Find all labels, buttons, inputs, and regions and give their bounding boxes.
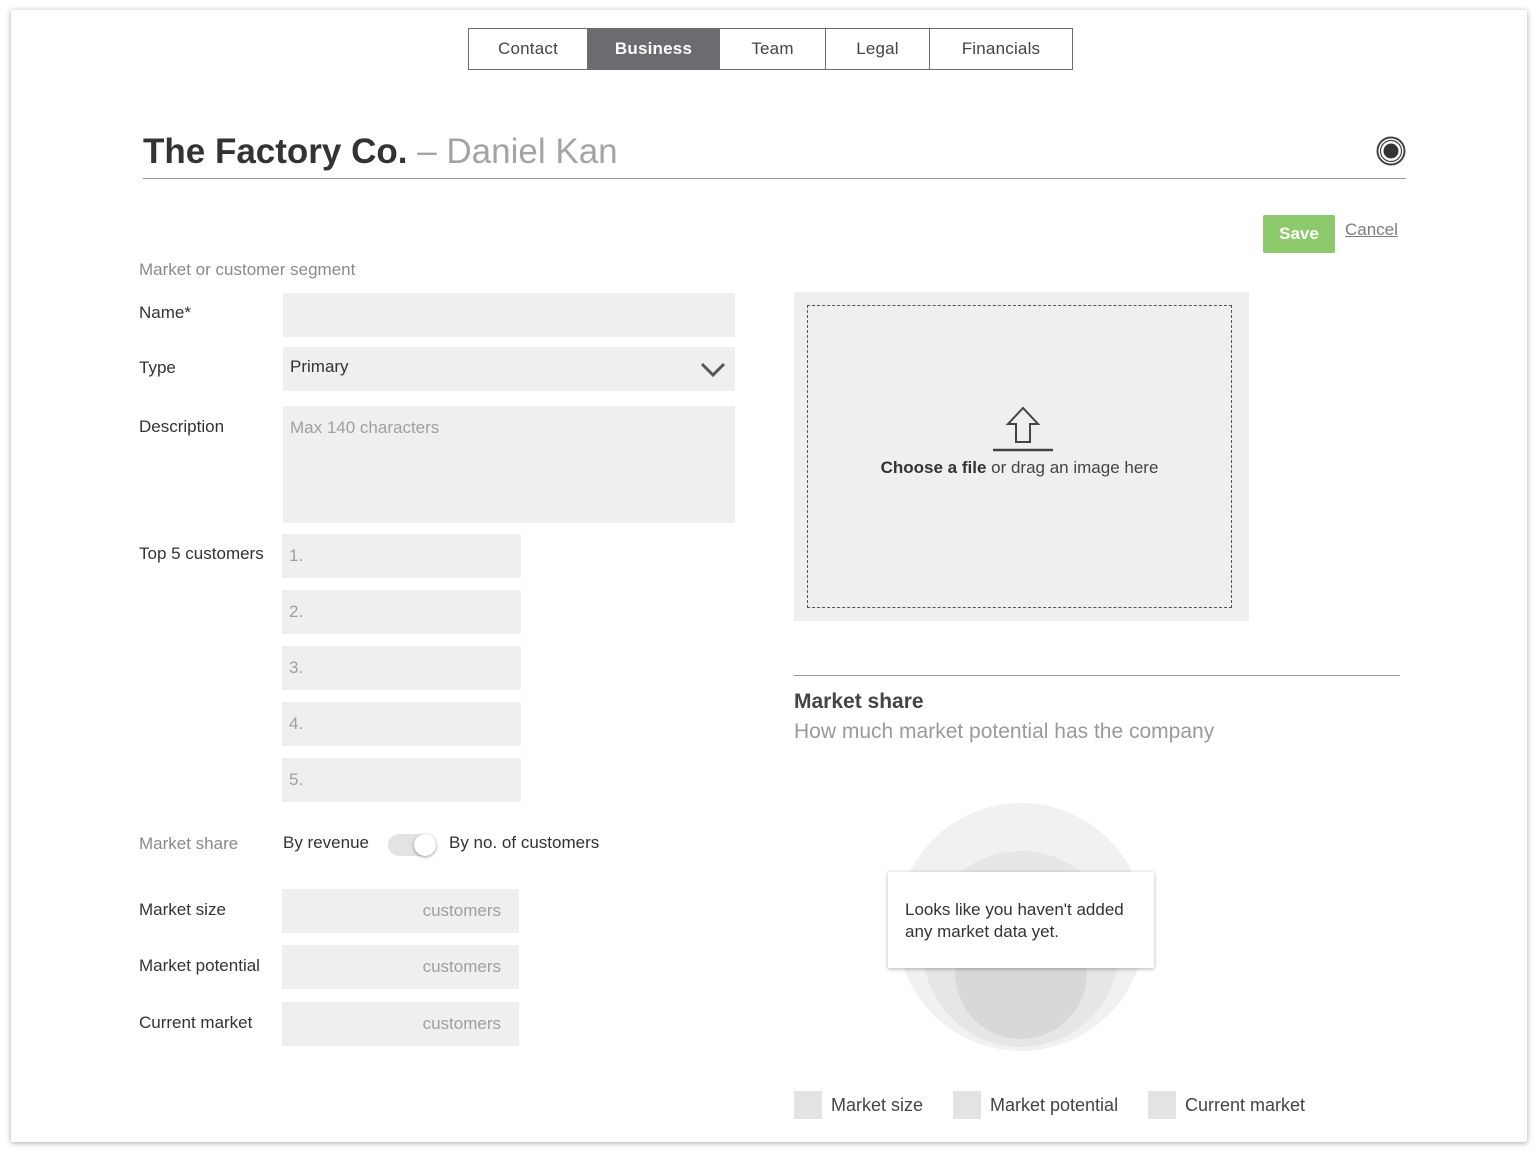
company-name: The Factory Co. [143, 132, 408, 171]
record-icon[interactable] [1376, 136, 1406, 166]
dropzone-border: Choose a file or drag an image here [807, 305, 1232, 608]
legend-swatch-market-size [794, 1091, 822, 1119]
market-share-title: Market share [794, 690, 924, 713]
panel-divider [794, 675, 1400, 676]
chevron-down-icon [700, 362, 726, 378]
market-potential-input[interactable] [282, 945, 519, 989]
customer-input-2[interactable] [282, 590, 521, 634]
market-potential-label: Market potential [139, 956, 260, 975]
tab-financials[interactable]: Financials [930, 29, 1072, 69]
image-dropzone[interactable]: Choose a file or drag an image here [794, 292, 1249, 621]
current-market-input[interactable] [282, 1002, 519, 1046]
market-share-subtitle: How much market potential has the compan… [794, 720, 1215, 743]
cancel-link[interactable]: Cancel [1345, 220, 1398, 240]
tab-bar: Contact Business Team Legal Financials [468, 28, 1073, 70]
customer-input-5[interactable] [282, 758, 521, 802]
type-select[interactable]: Primary [283, 347, 735, 391]
page-title: The Factory Co. – Daniel Kan [143, 132, 618, 172]
empty-data-message: Looks like you haven't added any market … [888, 872, 1154, 968]
customer-input-1[interactable] [282, 534, 521, 578]
toggle-knob [414, 834, 436, 856]
legend-swatch-market-potential [953, 1091, 981, 1119]
type-select-value: Primary [290, 357, 349, 376]
legend-label-current-market: Current market [1185, 1095, 1306, 1115]
upload-arrow-icon [993, 406, 1053, 452]
tab-legal[interactable]: Legal [826, 29, 930, 69]
top-customers-label: Top 5 customers [139, 544, 264, 563]
toggle-right-label: By no. of customers [449, 833, 600, 852]
type-label: Type [139, 358, 176, 377]
customer-input-4[interactable] [282, 702, 521, 746]
dropzone-text: Choose a file or drag an image here [808, 458, 1231, 478]
customer-input-3[interactable] [282, 646, 521, 690]
section-label: Market or customer segment [139, 260, 356, 279]
page-header: The Factory Co. – Daniel Kan [143, 128, 1406, 179]
description-textarea[interactable] [283, 406, 735, 523]
market-share-label: Market share [139, 834, 239, 853]
title-separator: – [407, 132, 447, 171]
legend-label-market-size: Market size [831, 1095, 924, 1115]
legend-label-market-potential: Market potential [990, 1095, 1119, 1115]
current-market-label: Current market [139, 1013, 253, 1032]
market-share-toggle[interactable] [388, 834, 436, 856]
save-button[interactable]: Save [1263, 215, 1335, 253]
drag-text: or drag an image here [986, 458, 1159, 477]
name-label: Name* [139, 303, 191, 322]
market-size-input[interactable] [282, 889, 519, 933]
tab-contact[interactable]: Contact [469, 29, 588, 69]
choose-file-link[interactable]: Choose a file [881, 458, 987, 477]
name-input[interactable] [283, 293, 735, 337]
person-name: Daniel Kan [446, 132, 618, 171]
tab-business[interactable]: Business [588, 29, 720, 69]
market-size-label: Market size [139, 900, 226, 919]
description-label: Description [139, 417, 225, 436]
toggle-left-label: By revenue [283, 833, 369, 852]
legend-swatch-current-market [1148, 1091, 1176, 1119]
tab-team[interactable]: Team [720, 29, 826, 69]
